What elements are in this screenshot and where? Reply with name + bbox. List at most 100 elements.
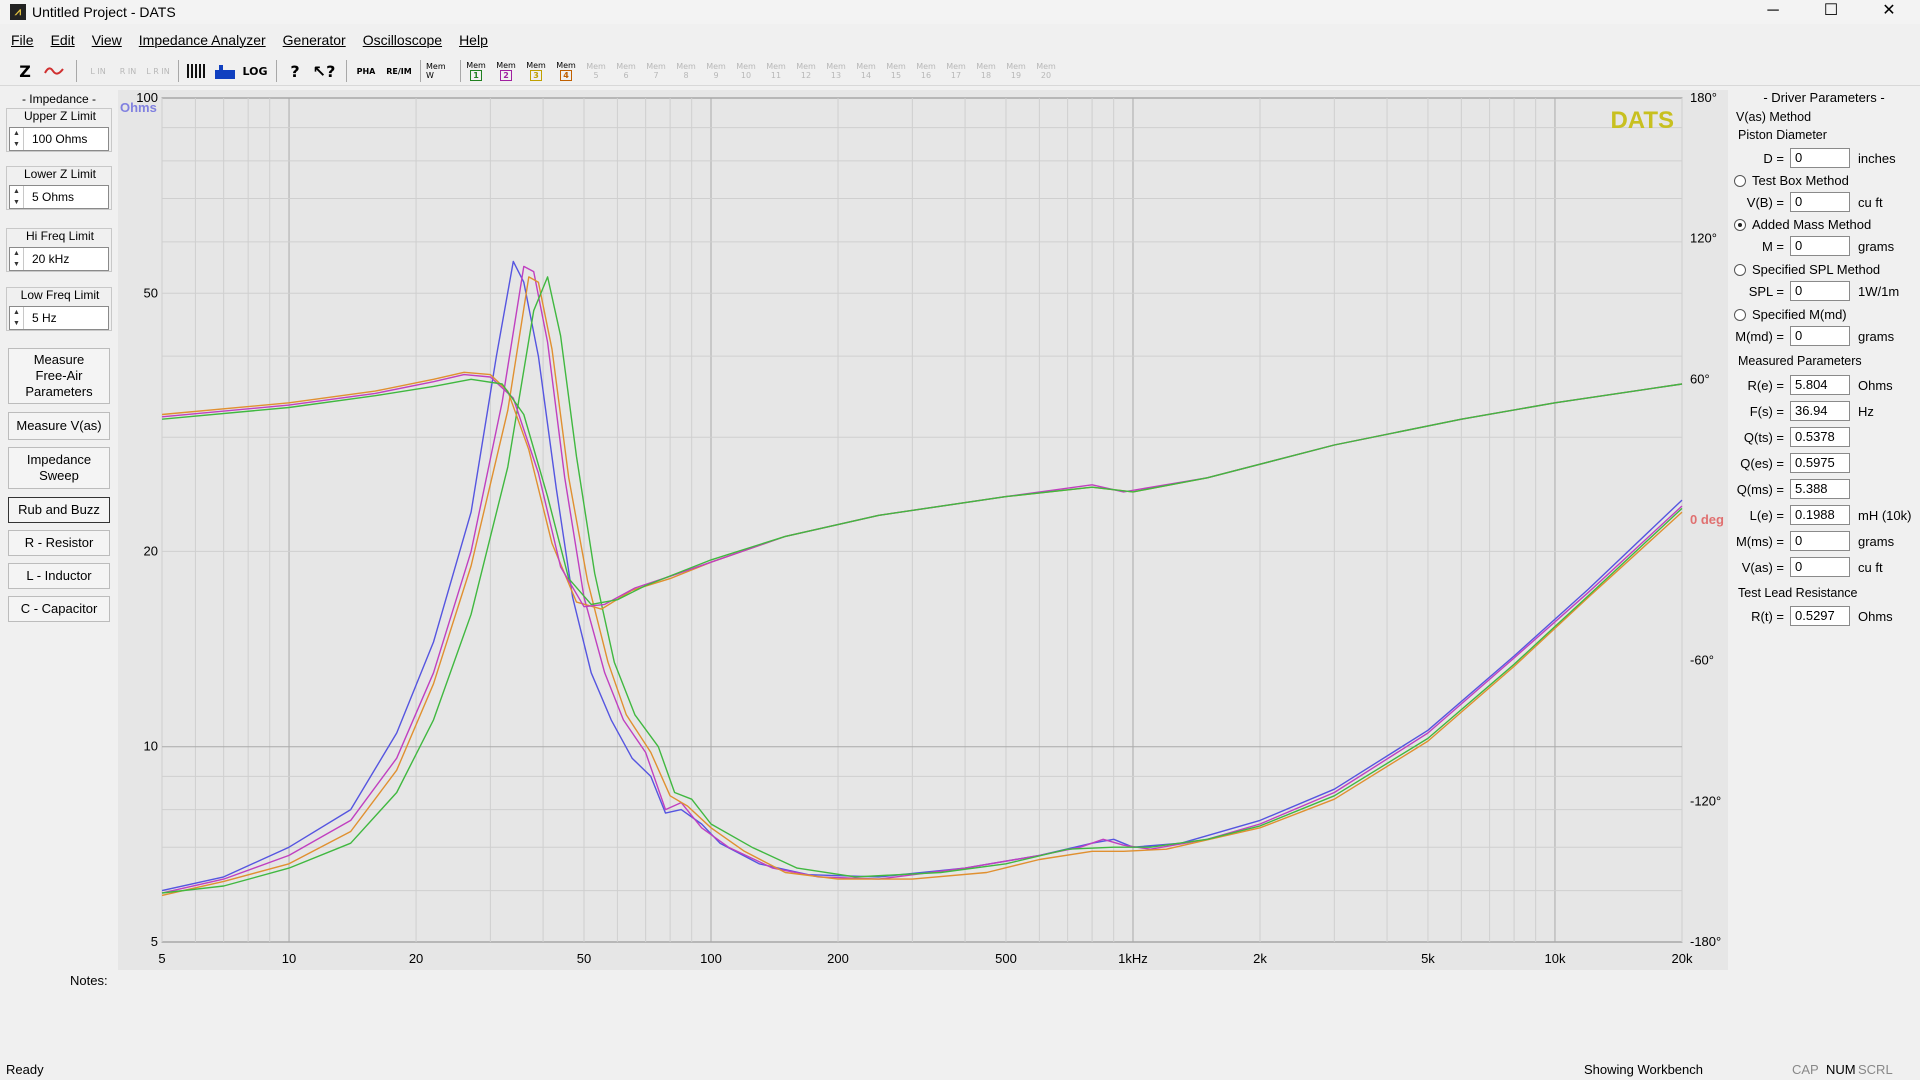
- r-resistor-button[interactable]: R - Resistor: [8, 530, 110, 556]
- added-mass-label: Added Mass Method: [1752, 217, 1872, 232]
- menu-file[interactable]: File: [11, 32, 34, 48]
- mem-13-button[interactable]: Mem 13: [824, 59, 848, 83]
- mem-12-button[interactable]: Mem 12: [794, 59, 818, 83]
- mem-number: 3: [530, 70, 542, 81]
- free-air-line-1: Measure: [33, 352, 85, 367]
- status-bar: Ready Showing Workbench CAP NUM SCRL: [0, 1058, 1920, 1080]
- log-icon[interactable]: LOG: [242, 59, 268, 83]
- lr-in-button[interactable]: L R IN: [146, 59, 170, 83]
- spinner-arrows-icon[interactable]: ▲ ▼: [10, 307, 24, 329]
- param-value[interactable]: 5.804: [1790, 375, 1850, 395]
- right-in-button[interactable]: R IN: [116, 59, 140, 83]
- mem-2-button[interactable]: Mem 2: [494, 59, 518, 83]
- bars-icon[interactable]: [184, 59, 208, 83]
- sweep-line-1: Impedance: [26, 452, 92, 467]
- l-inductor-button[interactable]: L - Inductor: [8, 563, 110, 589]
- d-input[interactable]: 0: [1790, 148, 1850, 168]
- x-tick-label: 500: [995, 951, 1017, 966]
- menu-edit[interactable]: Edit: [51, 32, 75, 48]
- impedance-plot[interactable]: 5 10 20 50 100 200 500 1kHz 2k 5k 10k 20k 100 50 20 10 5…: [118, 90, 1728, 970]
- mem-16-button[interactable]: Mem 16: [914, 59, 938, 83]
- param-label: M(ms) =: [1735, 534, 1784, 549]
- mmd-method-radio[interactable]: Specified M(md): [1734, 307, 1847, 322]
- maximize-button[interactable]: ☐: [1802, 0, 1860, 24]
- impedance-sweep-button[interactable]: Impedance Sweep: [8, 447, 110, 489]
- help-icon[interactable]: ?: [282, 59, 308, 83]
- mem-8-button[interactable]: Mem 8: [674, 59, 698, 83]
- param-value[interactable]: 0: [1790, 531, 1850, 551]
- waveform-icon[interactable]: [42, 59, 68, 83]
- param-value[interactable]: 0: [1790, 557, 1850, 577]
- close-button[interactable]: ✕: [1860, 0, 1918, 24]
- chart-icon[interactable]: [212, 59, 238, 83]
- mem-14-button[interactable]: Mem 14: [854, 59, 878, 83]
- left-in-button[interactable]: L IN: [86, 59, 110, 83]
- measure-vas-button[interactable]: Measure V(as): [8, 412, 110, 440]
- mem-6-button[interactable]: Mem 6: [614, 59, 638, 83]
- param-unit: grams: [1858, 534, 1895, 549]
- mem-10-button[interactable]: Mem 10: [734, 59, 758, 83]
- spinner-arrows-icon[interactable]: ▲ ▼: [10, 186, 24, 208]
- vb-label: V(B) =: [1746, 195, 1784, 210]
- mem-17-button[interactable]: Mem 17: [944, 59, 968, 83]
- spl-method-radio[interactable]: Specified SPL Method: [1734, 262, 1880, 277]
- spl-method-label: Specified SPL Method: [1752, 262, 1881, 277]
- x-tick-label: 50: [577, 951, 591, 966]
- test-box-radio[interactable]: Test Box Method: [1734, 173, 1849, 188]
- hi-freq-label: Hi Freq Limit: [25, 229, 94, 243]
- re-im-button[interactable]: RE/IM: [384, 59, 414, 83]
- upper-z-spinner[interactable]: ▲ ▼ 100 Ohms: [9, 127, 109, 151]
- rub-and-buzz-button[interactable]: Rub and Buzz: [8, 497, 110, 523]
- mmd-input[interactable]: 0: [1790, 326, 1850, 346]
- mem-11-button[interactable]: Mem 11: [764, 59, 788, 83]
- radio-icon: [1734, 174, 1746, 187]
- menu-help[interactable]: Help: [459, 32, 488, 48]
- lower-z-spinner[interactable]: ▲ ▼ 5 Ohms: [9, 185, 109, 209]
- menu-view[interactable]: View: [92, 32, 122, 48]
- rt-input[interactable]: 0.5297: [1790, 606, 1850, 626]
- phase-button[interactable]: PHA: [352, 59, 380, 83]
- impedance-mode-button[interactable]: Z: [14, 59, 36, 83]
- param-value[interactable]: 36.94: [1790, 401, 1850, 421]
- mem-4-button[interactable]: Mem 4: [554, 59, 578, 83]
- measure-free-air-button[interactable]: Measure Free-Air Parameters: [8, 348, 110, 404]
- mem-20-button[interactable]: Mem 20: [1034, 59, 1058, 83]
- context-help-icon[interactable]: ↖?: [310, 59, 338, 83]
- mem-label: Mem: [676, 62, 696, 71]
- mem-w-button[interactable]: Mem W: [426, 59, 454, 83]
- menu-impedance-analyzer[interactable]: Impedance Analyzer: [139, 32, 266, 48]
- mem-3-button[interactable]: Mem 3: [524, 59, 548, 83]
- mem-9-button[interactable]: Mem 9: [704, 59, 728, 83]
- low-freq-value: 5 Hz: [32, 311, 57, 325]
- spl-input[interactable]: 0: [1790, 281, 1850, 301]
- mem-1-button[interactable]: Mem 1: [464, 59, 488, 83]
- param-value[interactable]: 0.1988: [1790, 505, 1850, 525]
- mem-5-button[interactable]: Mem 5: [584, 59, 608, 83]
- param-value[interactable]: 0.5378: [1790, 427, 1850, 447]
- spinner-arrows-icon[interactable]: ▲ ▼: [10, 248, 24, 270]
- spinner-arrows-icon[interactable]: ▲ ▼: [10, 128, 24, 150]
- c-capacitor-button[interactable]: C - Capacitor: [8, 596, 110, 622]
- menu-oscilloscope[interactable]: Oscilloscope: [363, 32, 442, 48]
- mem-19-button[interactable]: Mem 19: [1004, 59, 1028, 83]
- param-value[interactable]: 0.5975: [1790, 453, 1850, 473]
- driver-params-title: - Driver Parameters -: [1763, 90, 1885, 105]
- status-scrl: SCRL: [1858, 1062, 1893, 1077]
- m-input[interactable]: 0: [1790, 236, 1850, 256]
- test-box-label: Test Box Method: [1752, 173, 1849, 188]
- y-tick-label: 50: [144, 285, 158, 300]
- added-mass-radio[interactable]: Added Mass Method: [1734, 217, 1871, 232]
- minimize-button[interactable]: ─: [1744, 0, 1802, 24]
- mem-7-button[interactable]: Mem 7: [644, 59, 668, 83]
- menu-generator[interactable]: Generator: [283, 32, 346, 48]
- param-value[interactable]: 5.388: [1790, 479, 1850, 499]
- x-tick-label: 1kHz: [1118, 951, 1148, 966]
- vb-input[interactable]: 0: [1790, 192, 1850, 212]
- hi-freq-spinner[interactable]: ▲ ▼ 20 kHz: [9, 247, 109, 271]
- low-freq-spinner[interactable]: ▲ ▼ 5 Hz: [9, 306, 109, 330]
- spl-label: SPL =: [1748, 284, 1784, 299]
- mem-label: Mem: [1036, 62, 1056, 71]
- mem-15-button[interactable]: Mem 15: [884, 59, 908, 83]
- mem-18-button[interactable]: Mem 18: [974, 59, 998, 83]
- mem-label: Mem: [586, 62, 606, 71]
